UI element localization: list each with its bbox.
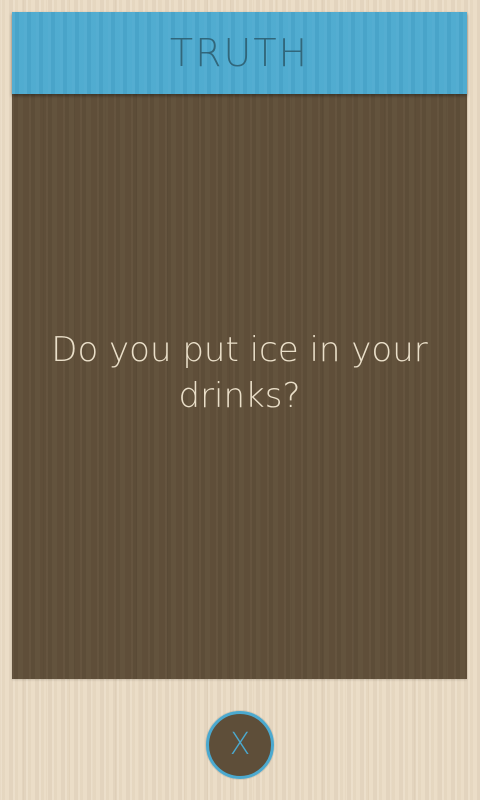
card-title: TRUTH [169,31,310,75]
close-button[interactable]: X [206,711,274,779]
close-icon: X [229,727,251,762]
truth-card: TRUTH Do you put ice in your drinks? [12,12,467,679]
card-body: Do you put ice in your drinks? [12,94,467,679]
question-text: Do you put ice in your drinks? [51,329,428,416]
card-header: TRUTH [12,12,467,94]
